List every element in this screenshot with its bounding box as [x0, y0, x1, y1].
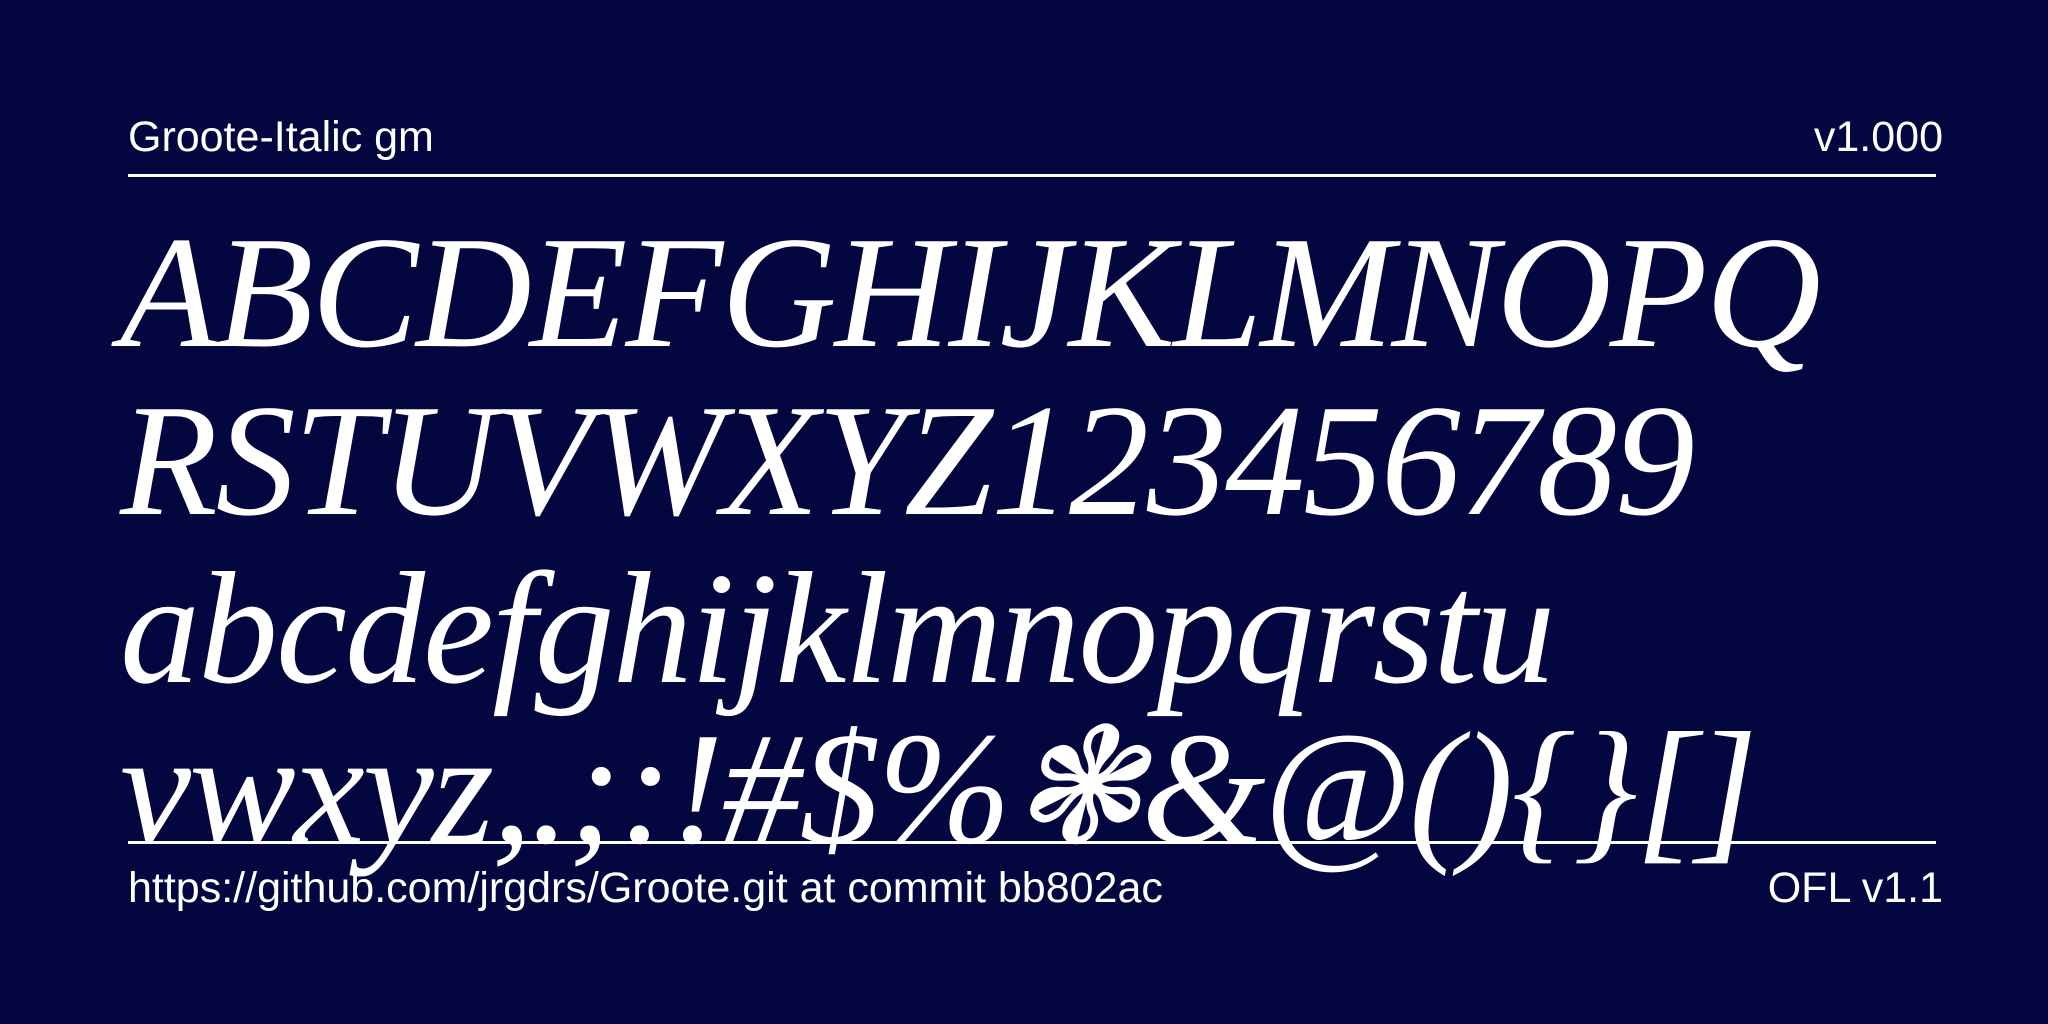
bottom-divider [128, 841, 1936, 844]
font-name-label: Groote-Italic gm [128, 113, 434, 161]
font-version-label: v1.000 [1813, 113, 1943, 161]
top-divider [128, 174, 1936, 177]
license-label: OFL v1.1 [1767, 864, 1943, 912]
specimen-line-uppercase-1: ABCDEFGHIJKLMNOPQ [120, 203, 1821, 381]
specimen-line-uppercase-2-digits: RSTUVWXYZ123456789 [120, 371, 1695, 549]
specimen-line-lowercase-2-symbols: vwxyz,.;:!#$%❃&@(){}[] [120, 699, 1758, 877]
specimen-line-lowercase-1: abcdefghijklmnopqrstu [120, 539, 1555, 717]
source-repository-label: https://github.com/jrgdrs/Groote.git at … [128, 864, 1163, 912]
